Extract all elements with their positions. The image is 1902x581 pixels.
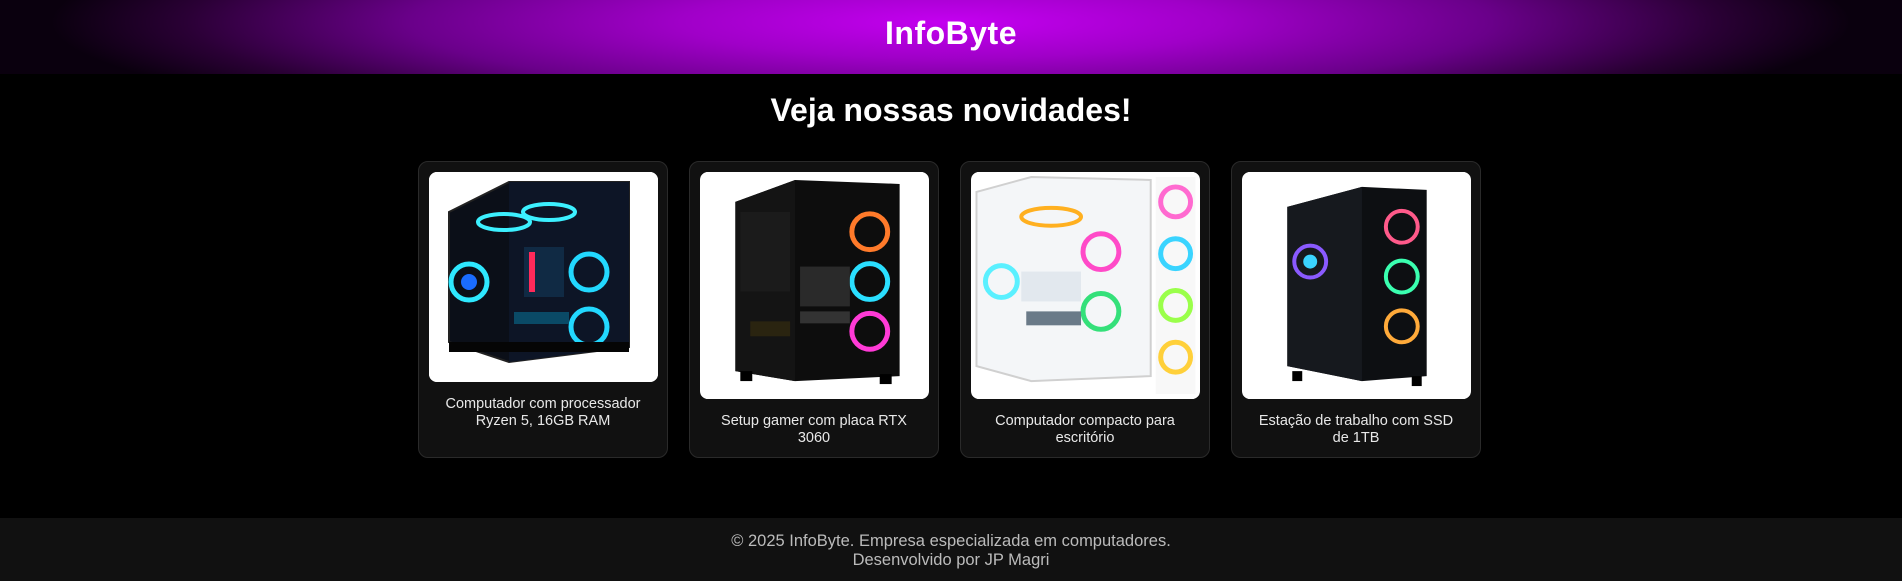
pc-case-icon bbox=[428, 172, 658, 382]
product-grid: Computador com processador Ryzen 5, 16GB… bbox=[418, 161, 1481, 458]
pc-case-icon bbox=[971, 172, 1199, 399]
footer-credit: Desenvolvido por JP Magri bbox=[852, 551, 1050, 569]
product-card[interactable]: Setup gamer com placa RTX 3060 bbox=[689, 161, 939, 458]
product-card[interactable]: Computador compacto para escritório bbox=[960, 161, 1210, 458]
page-title: Veja nossas novidades! bbox=[770, 92, 1132, 128]
site-footer: © 2025 InfoByte. Empresa especializada e… bbox=[0, 518, 1902, 581]
product-card[interactable]: Computador com processador Ryzen 5, 16GB… bbox=[418, 161, 668, 458]
footer-copyright: © 2025 InfoByte. Empresa especializada e… bbox=[731, 532, 1171, 550]
product-image bbox=[1241, 172, 1471, 399]
product-card[interactable]: Estação de trabalho com SSD de 1TB bbox=[1231, 161, 1481, 458]
product-caption: Setup gamer com placa RTX 3060 bbox=[721, 413, 907, 446]
product-image bbox=[699, 172, 929, 399]
product-caption: Estação de trabalho com SSD de 1TB bbox=[1258, 413, 1454, 446]
pc-case-icon bbox=[700, 172, 928, 399]
product-image bbox=[970, 172, 1200, 399]
product-image bbox=[428, 172, 658, 382]
product-caption: Computador com processador Ryzen 5, 16GB… bbox=[445, 396, 641, 429]
product-caption: Computador compacto para escritório bbox=[995, 413, 1175, 446]
pc-case-icon bbox=[1242, 172, 1470, 399]
brand-title: InfoByte bbox=[885, 14, 1017, 51]
site-header: InfoByte bbox=[0, 0, 1902, 74]
